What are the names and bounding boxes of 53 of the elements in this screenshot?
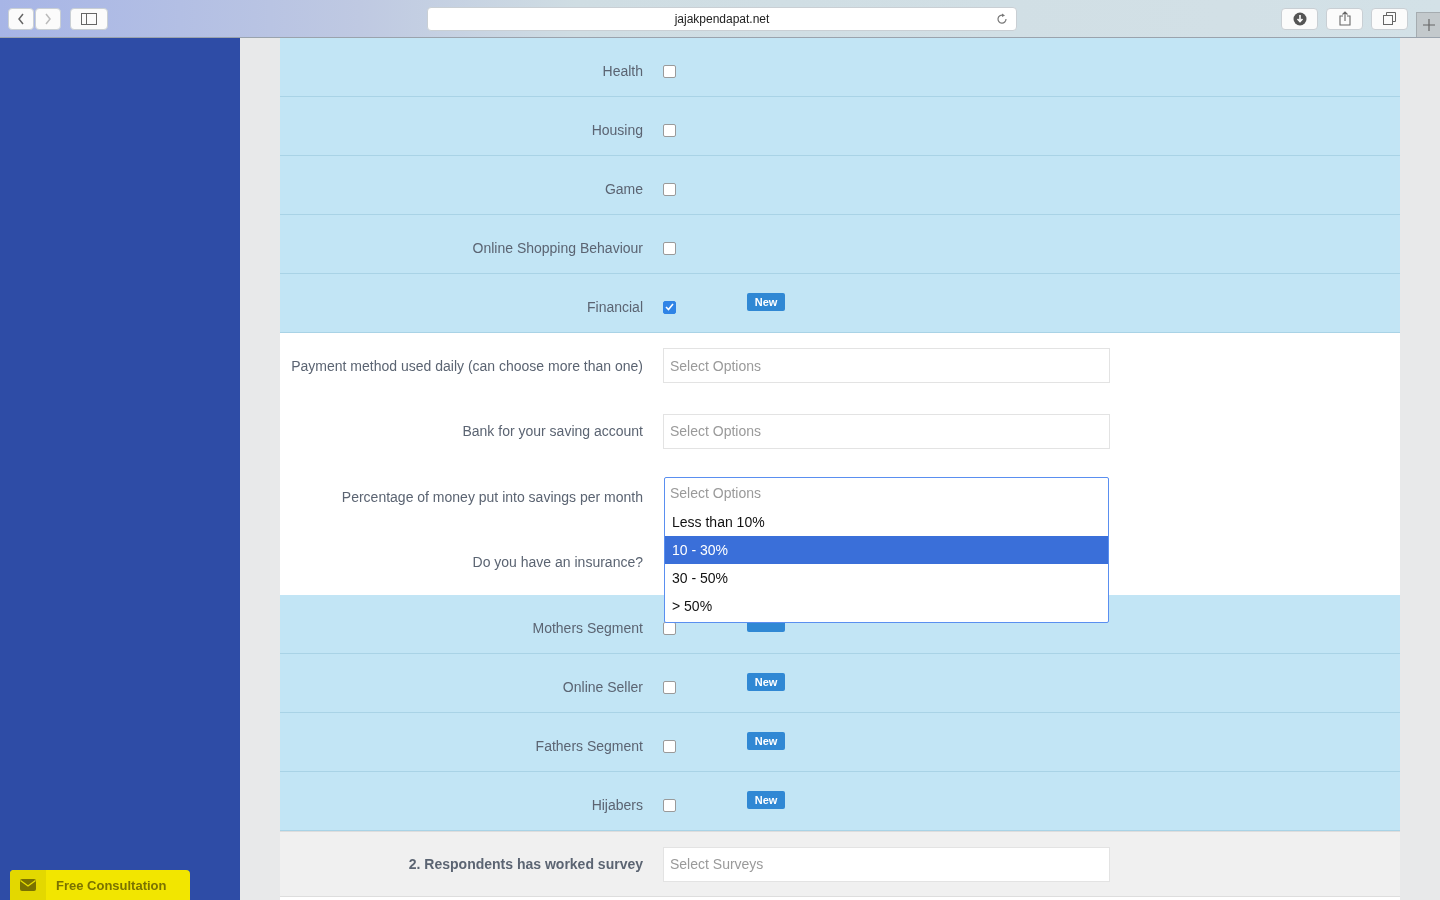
category-label: Mothers Segment bbox=[531, 619, 644, 636]
select-field[interactable]: Select Options bbox=[665, 478, 1108, 509]
new-badge: New bbox=[747, 731, 785, 750]
select-field[interactable]: Select Options bbox=[663, 348, 1110, 384]
question-label: Payment method used daily (can choose more than one) bbox=[290, 357, 644, 374]
dropdown-option[interactable]: 30 - 50% bbox=[665, 564, 1108, 593]
tabs-button[interactable] bbox=[1371, 7, 1408, 30]
address-bar[interactable]: jajakpendapat.net bbox=[427, 6, 1017, 31]
category-label: Online Seller bbox=[561, 678, 644, 695]
new-badge: New bbox=[747, 292, 785, 311]
select-field[interactable]: Select Options bbox=[663, 413, 1110, 449]
checkbox[interactable] bbox=[663, 182, 676, 196]
back-button[interactable] bbox=[8, 7, 34, 30]
forward-button[interactable] bbox=[35, 7, 61, 30]
question-label: Bank for your saving account bbox=[461, 423, 644, 440]
dropdown-option[interactable]: > 50% bbox=[665, 592, 1108, 621]
category-label: Online Shopping Behaviour bbox=[471, 239, 644, 256]
dropdown-option[interactable]: 10 - 30% bbox=[665, 536, 1108, 565]
share-icon bbox=[1338, 11, 1351, 26]
tabs-icon bbox=[1383, 12, 1396, 25]
download-icon bbox=[1292, 11, 1307, 26]
download-button[interactable] bbox=[1281, 7, 1318, 30]
url-text: jajakpendapat.net bbox=[674, 11, 770, 26]
checkbox[interactable] bbox=[663, 300, 676, 314]
new-tab-button[interactable] bbox=[1416, 12, 1440, 37]
share-button[interactable] bbox=[1326, 7, 1363, 30]
question-label: Do you have an insurance? bbox=[471, 554, 644, 571]
plus-icon bbox=[1422, 19, 1435, 31]
checkbox[interactable] bbox=[663, 798, 676, 812]
consultation-button[interactable]: Free Consultation bbox=[10, 870, 190, 900]
new-badge: New bbox=[747, 790, 785, 809]
chevron-left-icon bbox=[16, 11, 26, 26]
checkbox[interactable] bbox=[663, 680, 676, 694]
sidebar-button[interactable] bbox=[70, 7, 108, 30]
category-label: Hijabers bbox=[590, 796, 644, 813]
select-field[interactable]: Select Surveys bbox=[663, 846, 1110, 882]
sidebar-icon bbox=[81, 12, 97, 25]
envelope-icon bbox=[20, 879, 36, 891]
category-label: Fathers Segment bbox=[534, 737, 644, 754]
chevron-right-icon bbox=[43, 11, 53, 26]
checkbox[interactable] bbox=[663, 241, 676, 255]
category-label: Game bbox=[603, 180, 644, 197]
category-label: Housing bbox=[590, 121, 644, 138]
new-badge: New bbox=[747, 672, 785, 691]
reload-icon[interactable] bbox=[996, 12, 1008, 25]
category-label: Health bbox=[601, 62, 644, 79]
question-label: Percentage of money put into savings per month bbox=[340, 488, 644, 505]
dropdown-option[interactable]: Less than 10% bbox=[665, 508, 1108, 537]
checkbox[interactable] bbox=[663, 123, 676, 137]
category-label: Financial bbox=[585, 298, 644, 315]
filter-label: 2. Respondents has worked survey bbox=[407, 856, 644, 872]
checkbox[interactable] bbox=[663, 64, 676, 78]
checkbox[interactable] bbox=[663, 739, 676, 753]
